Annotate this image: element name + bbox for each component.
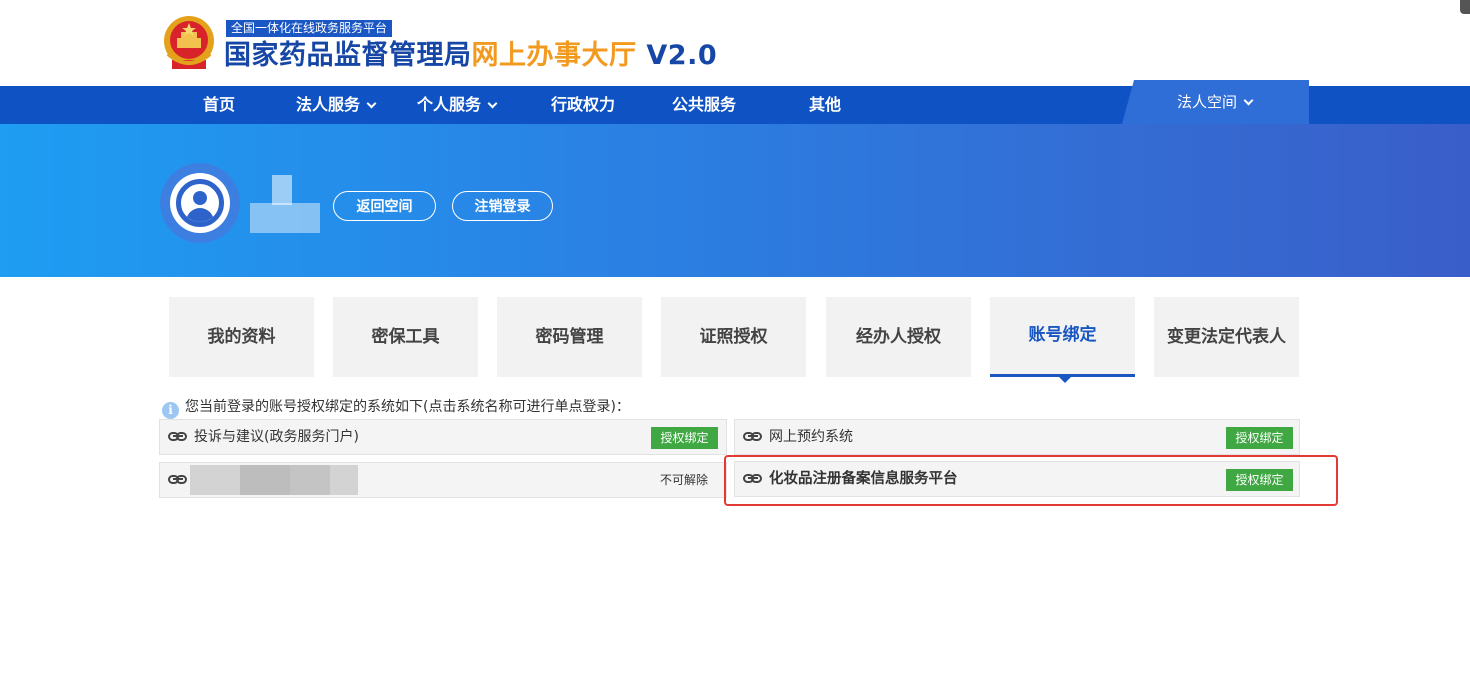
chevron-down-icon	[366, 98, 377, 109]
national-emblem-icon	[164, 16, 214, 69]
logout-button[interactable]: 注销登录	[452, 191, 553, 221]
user-icon	[176, 179, 224, 227]
legal-space-label: 法人空间	[1177, 80, 1254, 124]
site-title-version: V2.0	[636, 40, 718, 71]
platform-tag: 全国一体化在线政务服务平台	[226, 20, 393, 37]
avatar-inner	[170, 173, 230, 233]
redaction-block	[250, 203, 320, 233]
binding-info-text: 您当前登录的账号授权绑定的系统如下(点击系统名称可进行单点登录)：	[185, 399, 630, 415]
system-row: 网上预约系统 授权绑定	[734, 419, 1300, 455]
system-row: 投诉与建议(政务服务门户) 授权绑定	[159, 419, 727, 455]
nav-item-other[interactable]: 其他	[809, 86, 841, 124]
unbind-not-allowed-status: 不可解除	[660, 473, 709, 487]
site-title-agency: 国家药品监督管理局	[224, 40, 472, 71]
nav-item-legal-services[interactable]: 法人服务	[296, 86, 377, 124]
tab-security-tools[interactable]: 密保工具	[333, 297, 478, 377]
user-name-redacted	[250, 175, 320, 233]
user-icon-body	[186, 208, 214, 222]
redaction-block	[272, 175, 292, 205]
tab-license-authorization[interactable]: 证照授权	[661, 297, 806, 377]
nav-item-label: 法人服务	[296, 95, 361, 114]
chevron-down-icon	[487, 98, 498, 109]
back-to-space-button[interactable]: 返回空间	[333, 191, 436, 221]
nav-item-personal-services[interactable]: 个人服务	[417, 86, 498, 124]
site-title-hall: 网上办事大厅	[471, 40, 637, 71]
tab-my-profile[interactable]: 我的资料	[169, 297, 314, 377]
nav-item-label: 行政权力	[551, 95, 616, 114]
scrollbar-handle[interactable]	[1460, 0, 1470, 14]
nav-item-home[interactable]: 首页	[203, 86, 235, 124]
tab-account-binding[interactable]: 账号绑定	[990, 297, 1135, 377]
highlight-box	[724, 455, 1338, 506]
tab-change-legal-representative[interactable]: 变更法定代表人	[1154, 297, 1299, 377]
nav-item-public-services[interactable]: 公共服务	[672, 86, 736, 124]
link-icon	[743, 430, 763, 444]
legal-space-text: 法人空间	[1177, 93, 1238, 111]
tab-agent-authorization[interactable]: 经办人授权	[826, 297, 971, 377]
authorize-bind-button[interactable]: 授权绑定	[1226, 427, 1293, 449]
nav-item-label: 个人服务	[417, 95, 482, 114]
active-tab-caret	[1058, 376, 1072, 383]
info-icon: i	[162, 402, 179, 419]
authorize-bind-button[interactable]: 授权绑定	[651, 427, 718, 449]
binding-info: i 您当前登录的账号授权绑定的系统如下(点击系统名称可进行单点登录)：	[162, 397, 630, 419]
user-icon-head	[193, 191, 207, 205]
system-row: 不可解除	[159, 462, 727, 498]
link-icon	[168, 473, 188, 487]
tab-password-management[interactable]: 密码管理	[497, 297, 642, 377]
site-title[interactable]: 国家药品监督管理局网上办事大厅 V2.0	[224, 38, 717, 74]
system-name-link[interactable]: 投诉与建议(政务服务门户)	[194, 420, 359, 454]
redaction-block	[290, 465, 330, 495]
nav-item-label: 首页	[203, 95, 236, 114]
chevron-down-icon	[1243, 95, 1254, 106]
link-icon	[168, 430, 188, 444]
nav-item-label: 公共服务	[672, 95, 737, 114]
site-header: 全国一体化在线政务服务平台 国家药品监督管理局网上办事大厅 V2.0	[0, 0, 1470, 86]
nav-item-admin-power[interactable]: 行政权力	[551, 86, 615, 124]
system-name-link[interactable]: 网上预约系统	[769, 420, 853, 454]
nav-item-label: 其他	[809, 95, 842, 114]
legal-space-dropdown[interactable]: 法人空间	[1122, 80, 1309, 124]
avatar	[160, 163, 240, 243]
